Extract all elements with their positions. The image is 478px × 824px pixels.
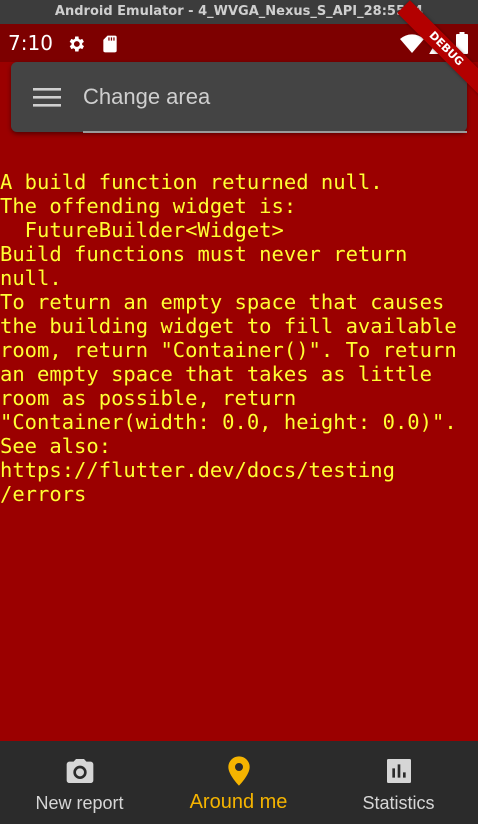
bottom-navigation: New report Around me Statistics	[0, 741, 478, 824]
error-line: To return an empty space that causes	[0, 290, 445, 314]
search-placeholder: Change area	[83, 84, 211, 109]
error-line: room as possible, return	[0, 386, 297, 410]
search-underline	[83, 131, 467, 133]
error-line: A build function returned null.	[0, 170, 383, 194]
error-line: "Container(width: 0.0, height: 0.0)".	[0, 410, 457, 434]
status-time: 7:10	[8, 31, 53, 55]
nav-label-statistics: Statistics	[362, 793, 435, 813]
camera-icon	[66, 759, 94, 783]
settings-gear-icon	[69, 36, 84, 52]
nav-label-new-report: New report	[35, 793, 124, 813]
error-link: /errors	[0, 482, 87, 506]
error-line: The offending widget is:	[0, 194, 297, 218]
location-pin-icon	[228, 756, 250, 786]
error-line: Build functions must never return	[0, 242, 408, 266]
error-line: FutureBuilder<Widget>	[0, 218, 284, 242]
hamburger-menu-icon[interactable]	[33, 86, 61, 108]
window-title: Android Emulator - 4_WVGA_Nexus_S_API_28…	[54, 4, 424, 19]
error-line: See also:	[0, 434, 112, 458]
nav-new-report[interactable]: New report	[0, 741, 159, 824]
change-area-search-bar[interactable]: Change area	[11, 62, 467, 132]
error-link: https://flutter.dev/docs/testing	[0, 458, 395, 482]
nav-label-around-me: Around me	[189, 791, 288, 813]
error-message: A build function returned null. The offe…	[0, 170, 478, 506]
nav-around-me[interactable]: Around me	[159, 741, 318, 824]
status-bar: 7:10	[0, 24, 478, 62]
sd-card-icon	[103, 35, 117, 53]
error-line: the building widget to fill available	[0, 314, 457, 338]
error-line: null.	[0, 266, 62, 290]
error-line: an empty space that takes as little	[0, 362, 432, 386]
bar-chart-icon	[387, 759, 411, 783]
error-line: room, return "Container()". To return	[0, 338, 457, 362]
nav-statistics[interactable]: Statistics	[319, 741, 478, 824]
